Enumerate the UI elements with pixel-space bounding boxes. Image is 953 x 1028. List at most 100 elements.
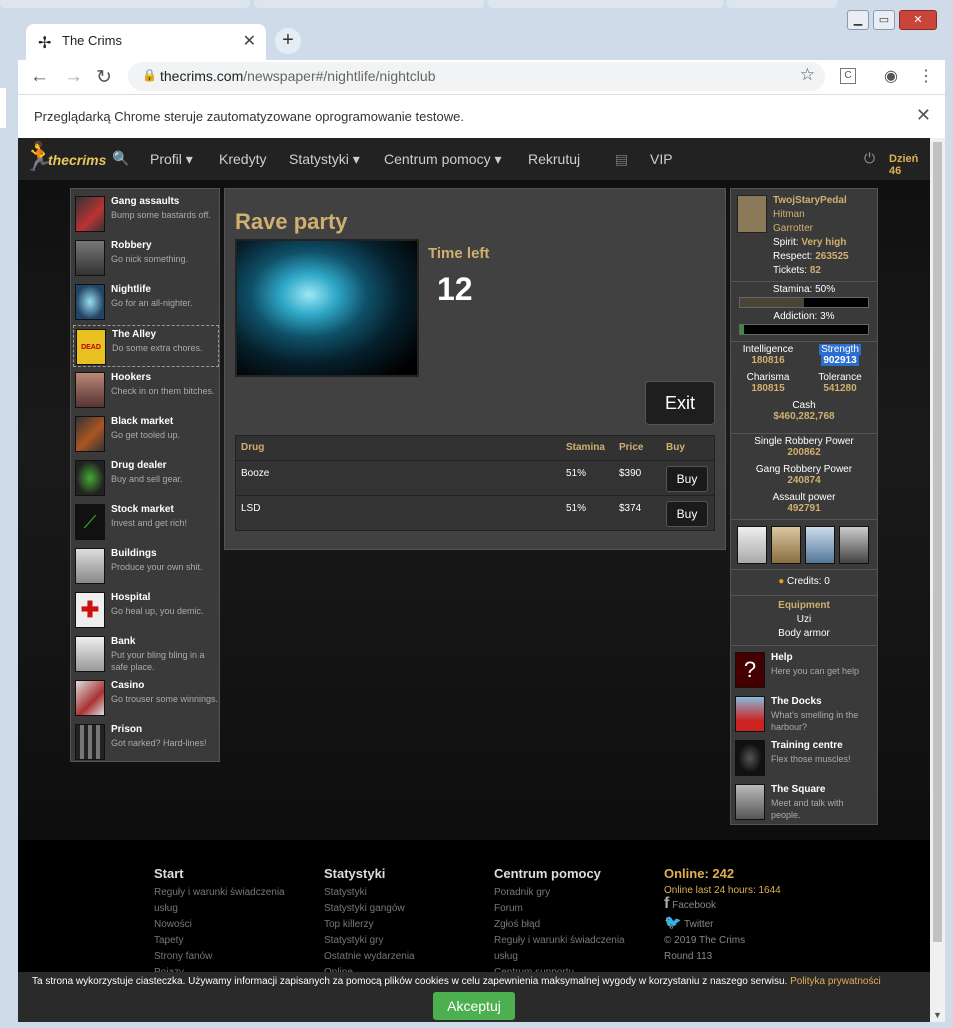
close-tab-icon[interactable]: ✕ (243, 31, 256, 51)
notes-icon[interactable] (737, 526, 767, 564)
menu-item-buildings[interactable]: Buildings Produce your own shit. (73, 545, 219, 587)
footer-link[interactable]: Ostatnie wydarzenia (324, 949, 474, 965)
link-training-centre[interactable]: Training centre Flex those muscles! (733, 737, 877, 779)
menu-dots-icon[interactable]: ⋮ (918, 66, 934, 86)
rave-party-image (235, 239, 419, 377)
prison-bars-icon (75, 724, 105, 760)
footer-link[interactable]: Zgłoś błąd (494, 917, 644, 933)
back-icon[interactable]: ← (30, 66, 49, 88)
menu-item-stock-market[interactable]: ⟋ Stock market Invest and get rich! (73, 501, 219, 543)
quick-icons (731, 520, 877, 570)
page-scrollbar[interactable]: ▼ (930, 138, 945, 1022)
browser-toolbar: ← → ↻ 🔒 thecrims.com/newspaper#/nightlif… (18, 60, 945, 94)
playing-cards-icon (75, 680, 105, 716)
nav-centrum-pomocy[interactable]: Centrum pomocy ▾ (384, 151, 502, 168)
background-tab[interactable] (0, 0, 250, 8)
menu-item-nightlife[interactable]: Nightlife Go for an all-nighter. (73, 281, 219, 323)
document-icon[interactable]: ▤ (615, 151, 628, 168)
nav-rekrutuj[interactable]: Rekrutuj (528, 151, 580, 167)
tab-strip: ✢ The Crims ✕ + ▁ ▭ ✕ (0, 0, 953, 60)
menu-item-casino[interactable]: Casino Go trouser some winnings. (73, 677, 219, 719)
menu-item-drug-dealer[interactable]: Drug dealer Buy and sell gear. (73, 457, 219, 499)
gang-icon[interactable] (839, 526, 869, 564)
user-info: TwojStaryPedal Hitman Garrotter Spirit: … (731, 189, 877, 282)
attributes-section: Intelligence 180816 Strength902913 Charis… (731, 342, 877, 434)
footer-link[interactable]: Reguły i warunki świadczenia usług (494, 933, 644, 965)
footer-link[interactable]: Statystyki gry (324, 933, 474, 949)
site-favicon-icon: ✢ (38, 35, 52, 52)
table-row: LSD 51% $374 Buy (236, 495, 714, 530)
spirit-line: Spirit: Very high (773, 237, 847, 248)
newspaper-icon[interactable] (771, 526, 801, 564)
active-tab[interactable]: ✢ The Crims ✕ (26, 24, 266, 60)
link-the-square[interactable]: The Square Meet and talk with people. (733, 781, 877, 823)
nav-statystyki[interactable]: Statystyki ▾ (289, 151, 360, 168)
background-tab[interactable] (727, 0, 837, 8)
twitter-link[interactable]: 🐦 Twitter (664, 914, 781, 933)
nav-kredyty[interactable]: Kredyty (219, 151, 266, 167)
column-buy: Buy (666, 442, 685, 453)
online-count: Online: 242 (664, 866, 735, 881)
bookmark-star-icon[interactable]: ☆ (800, 65, 815, 85)
exit-button[interactable]: Exit (645, 381, 715, 425)
footer-link[interactable]: Strony fanów (154, 949, 304, 965)
forward-icon[interactable]: → (64, 66, 83, 88)
search-icon[interactable]: 🔍 (112, 150, 129, 167)
profile-icon[interactable]: ◉ (884, 66, 898, 86)
automation-infobar: Przeglądarką Chrome steruje zautomatyzow… (18, 94, 945, 138)
menu-item-hookers[interactable]: Hookers Check in on them bitches. (73, 369, 219, 411)
cookie-banner: Ta strona wykorzystuje ciasteczka. Używa… (18, 972, 930, 1022)
footer-link[interactable]: Statystyki (324, 885, 474, 901)
footer-link[interactable]: Poradnik gry (494, 885, 644, 901)
maximize-button[interactable]: ▭ (873, 10, 895, 30)
background-tab[interactable] (488, 0, 723, 8)
nav-profil[interactable]: Profil ▾ (150, 151, 193, 168)
buy-lsd-button[interactable]: Buy (666, 501, 708, 527)
address-bar[interactable]: 🔒 thecrims.com/newspaper#/nightlife/nigh… (128, 62, 825, 91)
username[interactable]: TwojStaryPedal (773, 195, 847, 206)
footer-link[interactable]: Reguły i warunki świadczenia usług (154, 885, 304, 917)
menu-item-prison[interactable]: Prison Got narked? Hard-lines! (73, 721, 219, 763)
menu-item-robbery[interactable]: Robbery Go nick something. (73, 237, 219, 279)
avatar[interactable] (737, 195, 767, 233)
footer-link[interactable]: Tapety (154, 933, 304, 949)
menu-item-bank[interactable]: Bank Put your bling bling in a safe place… (73, 633, 219, 675)
footer-link[interactable]: Top killerzy (324, 917, 474, 933)
link-the-docks[interactable]: The Docks What's smelling in the harbour? (733, 693, 877, 735)
footer-link[interactable]: Statystyki gangów (324, 901, 474, 917)
footer-link[interactable]: Nowości (154, 917, 304, 933)
background-tab[interactable] (254, 0, 484, 8)
credits-line[interactable]: ● Credits: 0 (731, 576, 877, 587)
minimize-button[interactable]: ▁ (847, 10, 869, 30)
equipment-label: Equipment (778, 600, 830, 611)
black-market-icon (75, 416, 105, 452)
facebook-link[interactable]: f Facebook (664, 896, 781, 914)
friends-icon[interactable] (805, 526, 835, 564)
footer-link[interactable]: Forum (494, 901, 644, 917)
buy-booze-button[interactable]: Buy (666, 466, 708, 492)
nav-vip[interactable]: VIP (650, 151, 673, 167)
site-logo[interactable]: 🏃 thecrims (20, 140, 106, 178)
close-infobar-icon[interactable]: ✕ (916, 105, 931, 126)
menu-item-gang-assaults[interactable]: Gang assaults Bump some bastards off. (73, 193, 219, 235)
footer-help: Centrum pomocy Poradnik gry Forum Zgłoś … (494, 866, 644, 981)
new-tab-button[interactable]: + (275, 28, 301, 54)
menu-item-hospital[interactable]: ✚ Hospital Go heal up, you demic. (73, 589, 219, 631)
close-window-button[interactable]: ✕ (899, 10, 937, 30)
extension-icon[interactable]: C (840, 68, 856, 84)
menu-item-black-market[interactable]: Black market Go get tooled up. (73, 413, 219, 455)
power-icon[interactable]: ⏻ (864, 150, 875, 167)
link-help[interactable]: ? Help Here you can get help (733, 649, 877, 691)
privacy-policy-link[interactable]: Polityka prywatności (790, 976, 881, 987)
scroll-down-arrow-icon[interactable]: ▼ (933, 1010, 942, 1020)
copyright: © 2019 The Crims (664, 935, 746, 946)
accept-cookies-button[interactable]: Akceptuj (433, 992, 515, 1020)
reload-icon[interactable]: ↻ (96, 66, 112, 89)
nightlife-icon (75, 284, 105, 320)
drug-price: $390 (619, 468, 642, 479)
cookie-message: Ta strona wykorzystuje ciasteczka. Używa… (32, 976, 881, 987)
scrollbar-thumb[interactable] (933, 142, 942, 942)
drug-name: LSD (241, 503, 261, 514)
drug-stamina: 51% (566, 503, 587, 514)
menu-item-the-alley[interactable]: DEAD The Alley Do some extra chores. (73, 325, 219, 367)
